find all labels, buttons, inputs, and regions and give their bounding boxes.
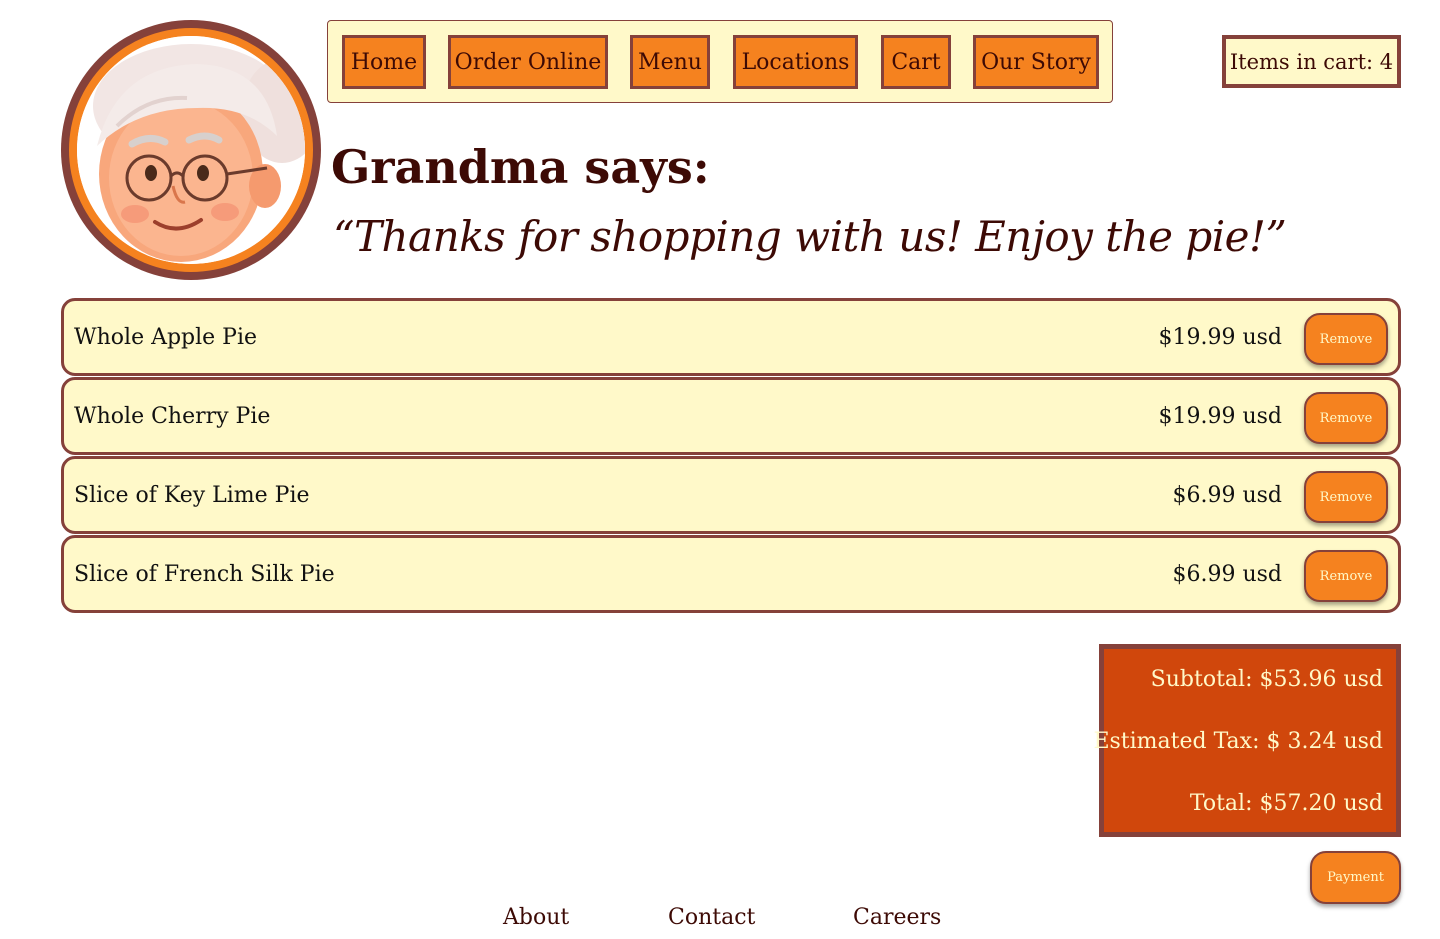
total-text: Total: $57.20 usd <box>1189 791 1383 816</box>
cart-item-name: Whole Apple Pie <box>74 324 258 350</box>
cart-item-name: Slice of French Silk Pie <box>74 561 335 587</box>
nav-home-button[interactable]: Home <box>342 35 426 89</box>
nav-cart-button[interactable]: Cart <box>881 35 951 89</box>
cart-item: Whole Cherry Pie $19.99 usd Remove <box>61 377 1401 455</box>
cart-item: Slice of French Silk Pie $6.99 usd Remov… <box>61 535 1401 613</box>
nav-locations-button[interactable]: Locations <box>733 35 858 89</box>
nav-menu-button[interactable]: Menu <box>630 35 710 89</box>
cart-item-price: $19.99 usd <box>1158 324 1282 350</box>
page-title: Grandma says: <box>331 140 710 194</box>
cart-count-badge[interactable]: Items in cart: 4 <box>1222 35 1401 88</box>
cart-item: Whole Apple Pie $19.99 usd Remove <box>61 298 1401 376</box>
remove-item-button[interactable]: Remove <box>1304 313 1388 365</box>
remove-item-button[interactable]: Remove <box>1304 550 1388 602</box>
tax-text: Estimated Tax: $ 3.24 usd <box>1093 729 1383 754</box>
nav-order-online-button[interactable]: Order Online <box>448 35 608 89</box>
grandma-quote: “Thanks for shopping with us! Enjoy the … <box>333 212 1287 261</box>
cart-item-price: $6.99 usd <box>1172 561 1282 587</box>
remove-item-button[interactable]: Remove <box>1304 392 1388 444</box>
footer-about-link[interactable]: About <box>503 905 569 930</box>
grandma-avatar <box>61 20 321 280</box>
grandma-avatar-icon <box>77 36 305 264</box>
cart-item: Slice of Key Lime Pie $6.99 usd Remove <box>61 456 1401 534</box>
cart-item-name: Whole Cherry Pie <box>74 403 271 429</box>
cart-item-name: Slice of Key Lime Pie <box>74 482 310 508</box>
order-totals: Subtotal: $53.96 usd Estimated Tax: $ 3.… <box>1093 644 1401 837</box>
cart-item-price: $19.99 usd <box>1158 403 1282 429</box>
subtotal-text: Subtotal: $53.96 usd <box>1150 667 1383 692</box>
main-nav: Home Order Online Menu Locations Cart Ou… <box>327 20 1113 103</box>
footer-contact-link[interactable]: Contact <box>668 905 755 930</box>
payment-button[interactable]: Payment <box>1310 851 1401 904</box>
cart-list: Whole Apple Pie $19.99 usd Remove Whole … <box>61 298 1401 614</box>
avatar-ring <box>69 28 313 272</box>
cart-item-price: $6.99 usd <box>1172 482 1282 508</box>
footer-careers-link[interactable]: Careers <box>853 905 941 930</box>
remove-item-button[interactable]: Remove <box>1304 471 1388 523</box>
nav-our-story-button[interactable]: Our Story <box>973 35 1099 89</box>
